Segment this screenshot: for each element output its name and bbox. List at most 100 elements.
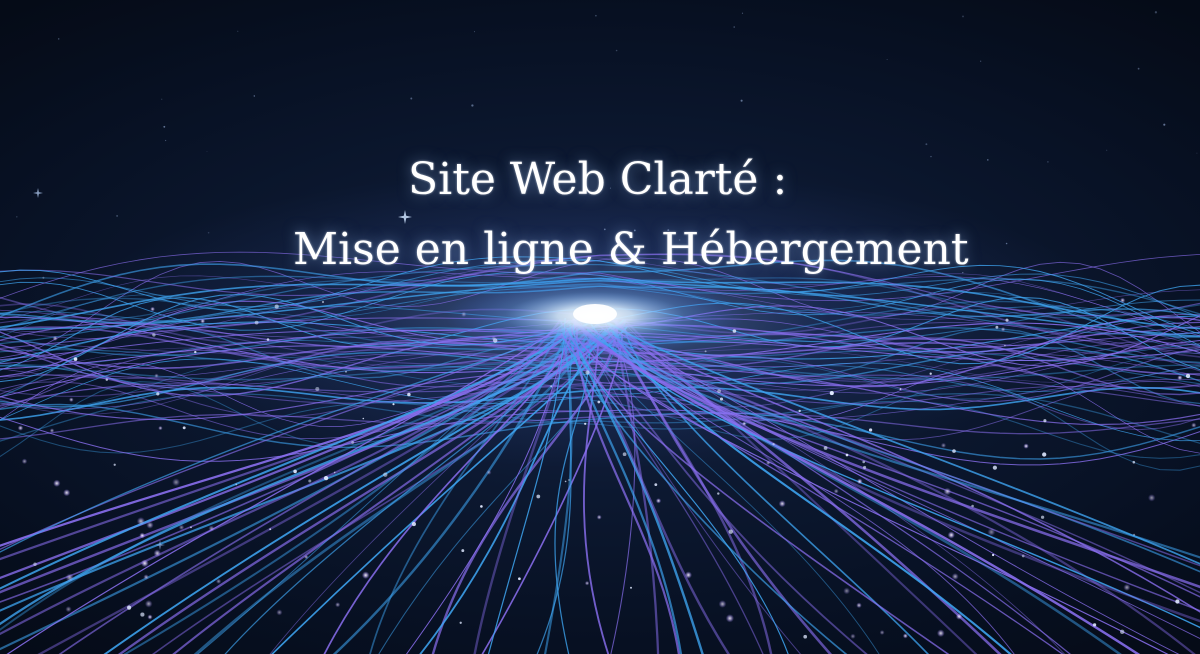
hero-title: Site Web Clarté : Mise en ligne & Héberg… — [0, 150, 1200, 290]
sparkle-dot — [345, 370, 347, 373]
sparkle-dot — [152, 333, 156, 337]
sparkle-dot — [585, 370, 590, 375]
sparkle-dot — [940, 442, 947, 449]
background-star — [161, 98, 163, 100]
sparkle-dot — [584, 422, 587, 425]
horizon-fiber-strand — [0, 400, 1200, 459]
sparkle-dot — [803, 634, 808, 639]
sparkle-dot — [361, 571, 370, 580]
sparkle-dot — [274, 304, 279, 309]
sparkle-dot — [150, 306, 156, 312]
sparkle-dot — [728, 529, 733, 534]
sparkle-dot — [1133, 533, 1136, 536]
sparkle-dot — [269, 528, 272, 531]
sparkle-dot — [798, 409, 801, 413]
sparkle-dot — [704, 350, 707, 353]
sparkle-dot — [955, 613, 963, 620]
radial-fiber-strand — [572, 333, 868, 654]
sparkle-dot — [480, 505, 483, 508]
sparkle-dot — [1021, 554, 1025, 558]
sparkle-dot — [156, 392, 160, 396]
sparkle-dot — [630, 586, 632, 589]
sparkle-dot — [411, 522, 416, 527]
background-star — [925, 143, 928, 146]
central-glow-core — [573, 304, 617, 324]
sparkle-dot — [139, 532, 146, 539]
sparkle-dot — [49, 428, 55, 433]
sparkle-dot — [383, 472, 388, 477]
sparkle-dot — [1185, 373, 1191, 379]
sparkle-dot — [772, 442, 775, 446]
sparkle-dot — [1175, 599, 1180, 604]
sparkle-dot — [321, 300, 325, 304]
sparkle-dot — [172, 478, 181, 487]
sparkle-dot — [182, 426, 186, 430]
background-star — [595, 14, 597, 17]
sparkle-dot — [146, 521, 154, 529]
sparkle-dot — [33, 562, 37, 566]
sparkle-dot — [622, 452, 627, 457]
sparkle-dot — [73, 357, 78, 361]
sparkle-dot — [459, 621, 462, 624]
sparkle-dot — [717, 389, 721, 393]
sparkle-dot — [407, 392, 411, 397]
sparkle-dot — [208, 525, 215, 532]
horizon-fiber-strand — [0, 403, 1200, 460]
sparkle-dot — [952, 449, 956, 453]
sparkle-dot — [1023, 443, 1029, 449]
background-star — [980, 60, 982, 62]
background-star — [237, 30, 239, 32]
sparkle-dot — [987, 527, 996, 537]
sparkle-dot — [584, 580, 590, 586]
sparkle-dot — [862, 460, 866, 464]
sparkle-dot — [833, 488, 839, 494]
sparkle-dot — [863, 465, 867, 470]
sparkle-dot — [778, 500, 786, 508]
sparkle-dot — [596, 514, 602, 520]
fiber-optic-background — [0, 11, 1200, 654]
sparkle-dot — [1123, 583, 1131, 591]
sparkle-dot — [254, 320, 259, 325]
sparkle-dot — [995, 325, 999, 329]
sparkle-dot — [684, 571, 693, 579]
sparkle-dot — [856, 602, 862, 609]
sparkle-dot — [943, 487, 952, 496]
sparkle-dot — [992, 465, 998, 470]
sparkle-dot — [266, 338, 270, 341]
background-star — [253, 95, 256, 97]
sparkle-dot — [1042, 452, 1047, 457]
sparkle-dot — [333, 471, 336, 474]
sparkle-dot — [1043, 419, 1047, 423]
sparkle-dot — [1147, 494, 1156, 502]
sparkle-dot — [597, 400, 601, 404]
hero-title-line-1: Site Web Clarté : — [408, 154, 788, 205]
sparkle-dot — [971, 504, 974, 508]
sparkle-dot — [1132, 460, 1136, 464]
sparkle-dot — [1005, 318, 1009, 322]
background-star — [163, 125, 166, 128]
sparkle-dot — [158, 425, 163, 431]
sparkle-dot — [1119, 297, 1126, 303]
sparkle-dot — [850, 633, 856, 639]
sparkle-dot — [68, 397, 74, 403]
sparkle-dot — [868, 428, 873, 432]
sparkle-dot — [823, 446, 828, 450]
sparkle-dot — [655, 498, 662, 504]
sparkle-dot — [486, 469, 492, 475]
sparkle-dot — [564, 480, 567, 483]
background-star — [164, 139, 167, 142]
sparkle-dot — [536, 494, 541, 499]
sparkle-dot — [140, 559, 149, 568]
sparkle-dot — [153, 549, 162, 557]
sparkle-dot — [362, 417, 365, 420]
sparkle-dot — [65, 606, 72, 613]
sparkle-dot — [1040, 515, 1045, 519]
sparkle-dot — [879, 630, 885, 635]
sparkle-dot — [127, 605, 132, 610]
sparkle-dot — [52, 335, 58, 342]
background-star — [733, 26, 735, 28]
sparkle-dot — [765, 460, 771, 466]
sparkle-dot — [143, 574, 149, 580]
sparkle-dot — [65, 573, 74, 582]
sparkle-dot — [936, 629, 945, 638]
